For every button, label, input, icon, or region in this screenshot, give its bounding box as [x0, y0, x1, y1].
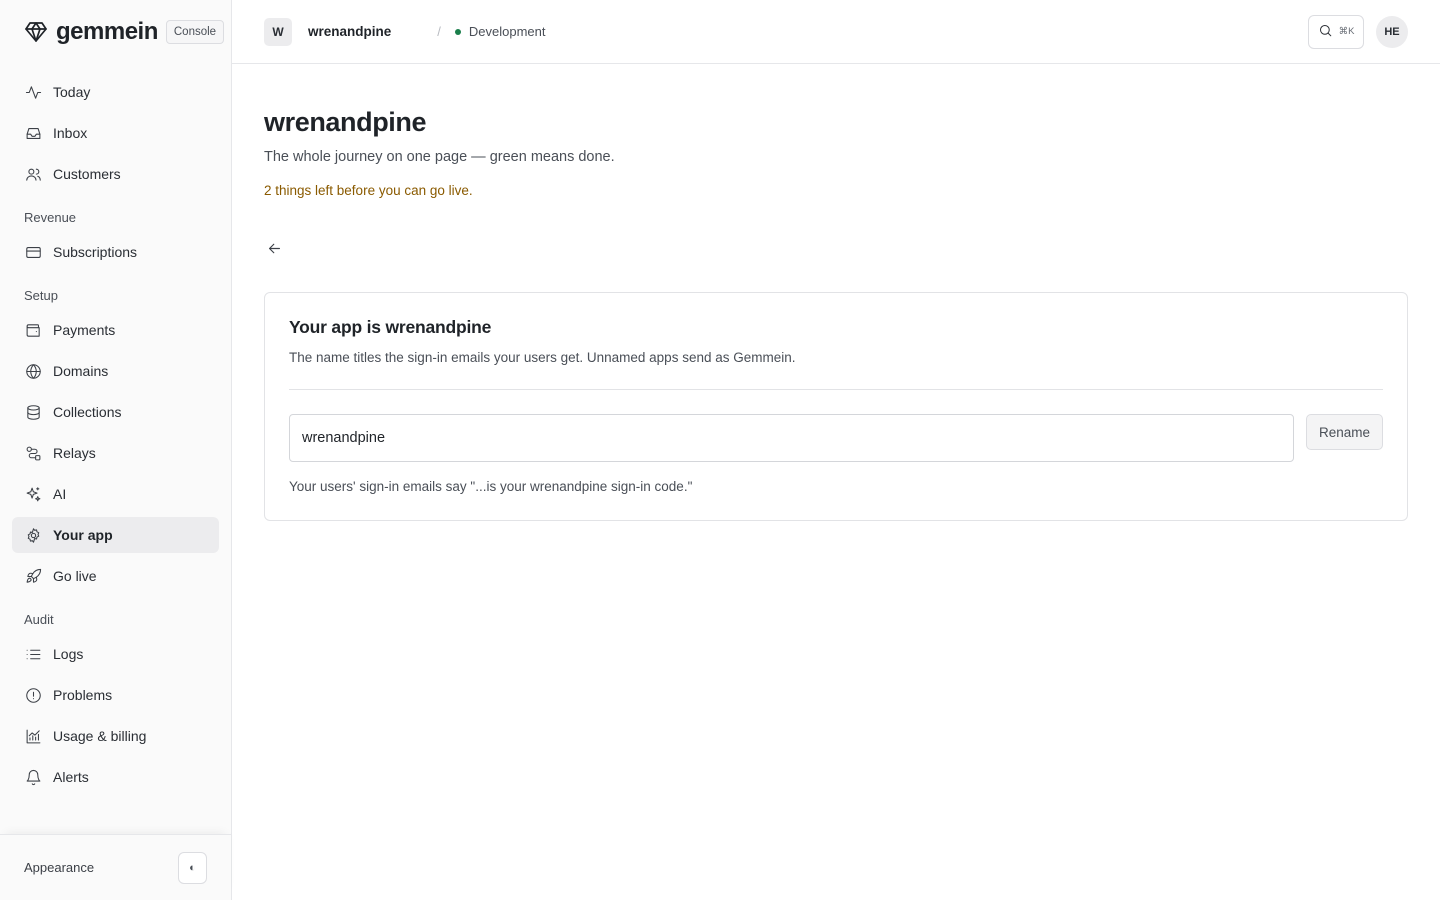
sidebar-item-label: Customers: [53, 166, 121, 182]
sidebar-item-subscriptions[interactable]: Subscriptions: [12, 234, 219, 270]
breadcrumb-separator: /: [437, 24, 441, 39]
theme-toggle-button[interactable]: ◐: [178, 851, 207, 884]
sidebar-item-your-app[interactable]: Your app: [12, 517, 219, 553]
brand-name[interactable]: gemmein: [56, 18, 158, 46]
credit-card-icon: [24, 243, 42, 261]
appearance-label: Appearance: [24, 860, 95, 875]
sidebar-item-go-live[interactable]: Go live: [12, 558, 219, 594]
sidebar-item-label: Relays: [53, 445, 96, 461]
alert-circle-icon: [24, 686, 42, 704]
sidebar-item-label: Go live: [53, 568, 97, 584]
sidebar-item-label: Subscriptions: [53, 244, 138, 260]
app-name-card: Your app is wrenandpine The name titles …: [264, 292, 1408, 521]
nav-group-audit: Audit: [24, 611, 54, 627]
sidebar-item-label: Domains: [53, 363, 109, 379]
sidebar-item-label: Your app: [53, 527, 113, 543]
sidebar-item-inbox[interactable]: Inbox: [12, 115, 219, 151]
page-content: wrenandpine The whole journey on one pag…: [232, 64, 1440, 521]
console-badge: Console: [165, 20, 225, 44]
user-avatar[interactable]: HE: [1376, 15, 1408, 48]
sidebar-item-label: Today: [53, 84, 91, 100]
sidebar-item-label: Payments: [53, 322, 116, 338]
route-icon: [24, 444, 42, 462]
sidebar-footer: Appearance ◐: [0, 834, 231, 900]
sidebar-item-today[interactable]: Today: [12, 74, 219, 110]
sidebar: gemmein Console Today Inbox Customers Re…: [0, 0, 232, 900]
page-subtitle: The whole journey on one page — green me…: [264, 149, 615, 165]
topbar: W wrenandpine / Development ⌘K HE: [232, 0, 1440, 64]
sidebar-nav: Today Inbox Customers Revenue Subscripti: [0, 64, 231, 795]
sidebar-item-payments[interactable]: Payments: [12, 312, 219, 348]
sidebar-item-collections[interactable]: Collections: [12, 394, 219, 430]
sidebar-item-problems[interactable]: Problems: [12, 677, 219, 713]
chart-icon: [24, 727, 42, 745]
brand: gemmein Console: [0, 0, 231, 64]
environment-status-dot: [454, 28, 461, 35]
sidebar-item-label: AI: [53, 486, 67, 502]
sidebar-item-domains[interactable]: Domains: [12, 353, 219, 389]
sidebar-item-label: Usage & billing: [53, 728, 147, 744]
search-icon: [1318, 23, 1333, 41]
sidebar-item-label: Collections: [53, 404, 122, 420]
topbar-actions: ⌘K HE: [1308, 14, 1408, 49]
rocket-icon: [24, 567, 42, 585]
arrow-left-icon: [266, 240, 283, 260]
wallet-icon: [24, 321, 42, 339]
list-icon: [24, 645, 42, 663]
users-icon: [24, 165, 42, 183]
card-divider: [289, 389, 1383, 390]
sidebar-item-label: Problems: [53, 687, 113, 703]
diamond-icon: [24, 20, 48, 44]
nav-group-revenue: Revenue: [24, 209, 77, 225]
go-live-warning: 2 things left before you can go live.: [264, 183, 473, 198]
environment-label[interactable]: Development: [469, 24, 546, 39]
inbox-icon: [24, 124, 42, 142]
sidebar-item-label: Logs: [53, 646, 84, 662]
page-title: wrenandpine: [264, 107, 427, 137]
back-button[interactable]: [264, 240, 284, 260]
sidebar-item-usage-billing[interactable]: Usage & billing: [12, 718, 219, 754]
card-title: Your app is wrenandpine: [289, 317, 492, 337]
search-shortcut: ⌘K: [1338, 26, 1355, 37]
gear-icon: [24, 526, 42, 544]
sign-in-email-hint: Your users' sign-in emails say "...is yo…: [289, 479, 693, 494]
sidebar-item-relays[interactable]: Relays: [12, 435, 219, 471]
project-name[interactable]: wrenandpine: [308, 24, 391, 39]
card-description: The name titles the sign-in emails your …: [289, 350, 796, 365]
rename-row: Rename: [289, 414, 1383, 462]
sidebar-item-logs[interactable]: Logs: [12, 636, 219, 672]
app-name-input[interactable]: [289, 414, 1294, 462]
sparkles-icon: [24, 485, 42, 503]
bell-icon: [24, 768, 42, 786]
project-avatar[interactable]: W: [264, 17, 292, 46]
sidebar-item-label: Alerts: [53, 769, 89, 785]
search-button[interactable]: ⌘K: [1308, 14, 1364, 49]
nav-group-setup: Setup: [24, 287, 58, 303]
rename-button[interactable]: Rename: [1305, 414, 1383, 450]
contrast-icon: ◐: [189, 861, 196, 874]
sidebar-item-ai[interactable]: AI: [12, 476, 219, 512]
main-area: W wrenandpine / Development ⌘K HE wrenan…: [232, 0, 1440, 900]
app-shell: gemmein Console Today Inbox Customers Re…: [0, 0, 1440, 900]
database-icon: [24, 403, 42, 421]
sidebar-item-alerts[interactable]: Alerts: [12, 759, 219, 795]
globe-icon: [24, 362, 42, 380]
activity-icon: [24, 83, 42, 101]
sidebar-item-label: Inbox: [53, 125, 88, 141]
sidebar-item-customers[interactable]: Customers: [12, 156, 219, 192]
